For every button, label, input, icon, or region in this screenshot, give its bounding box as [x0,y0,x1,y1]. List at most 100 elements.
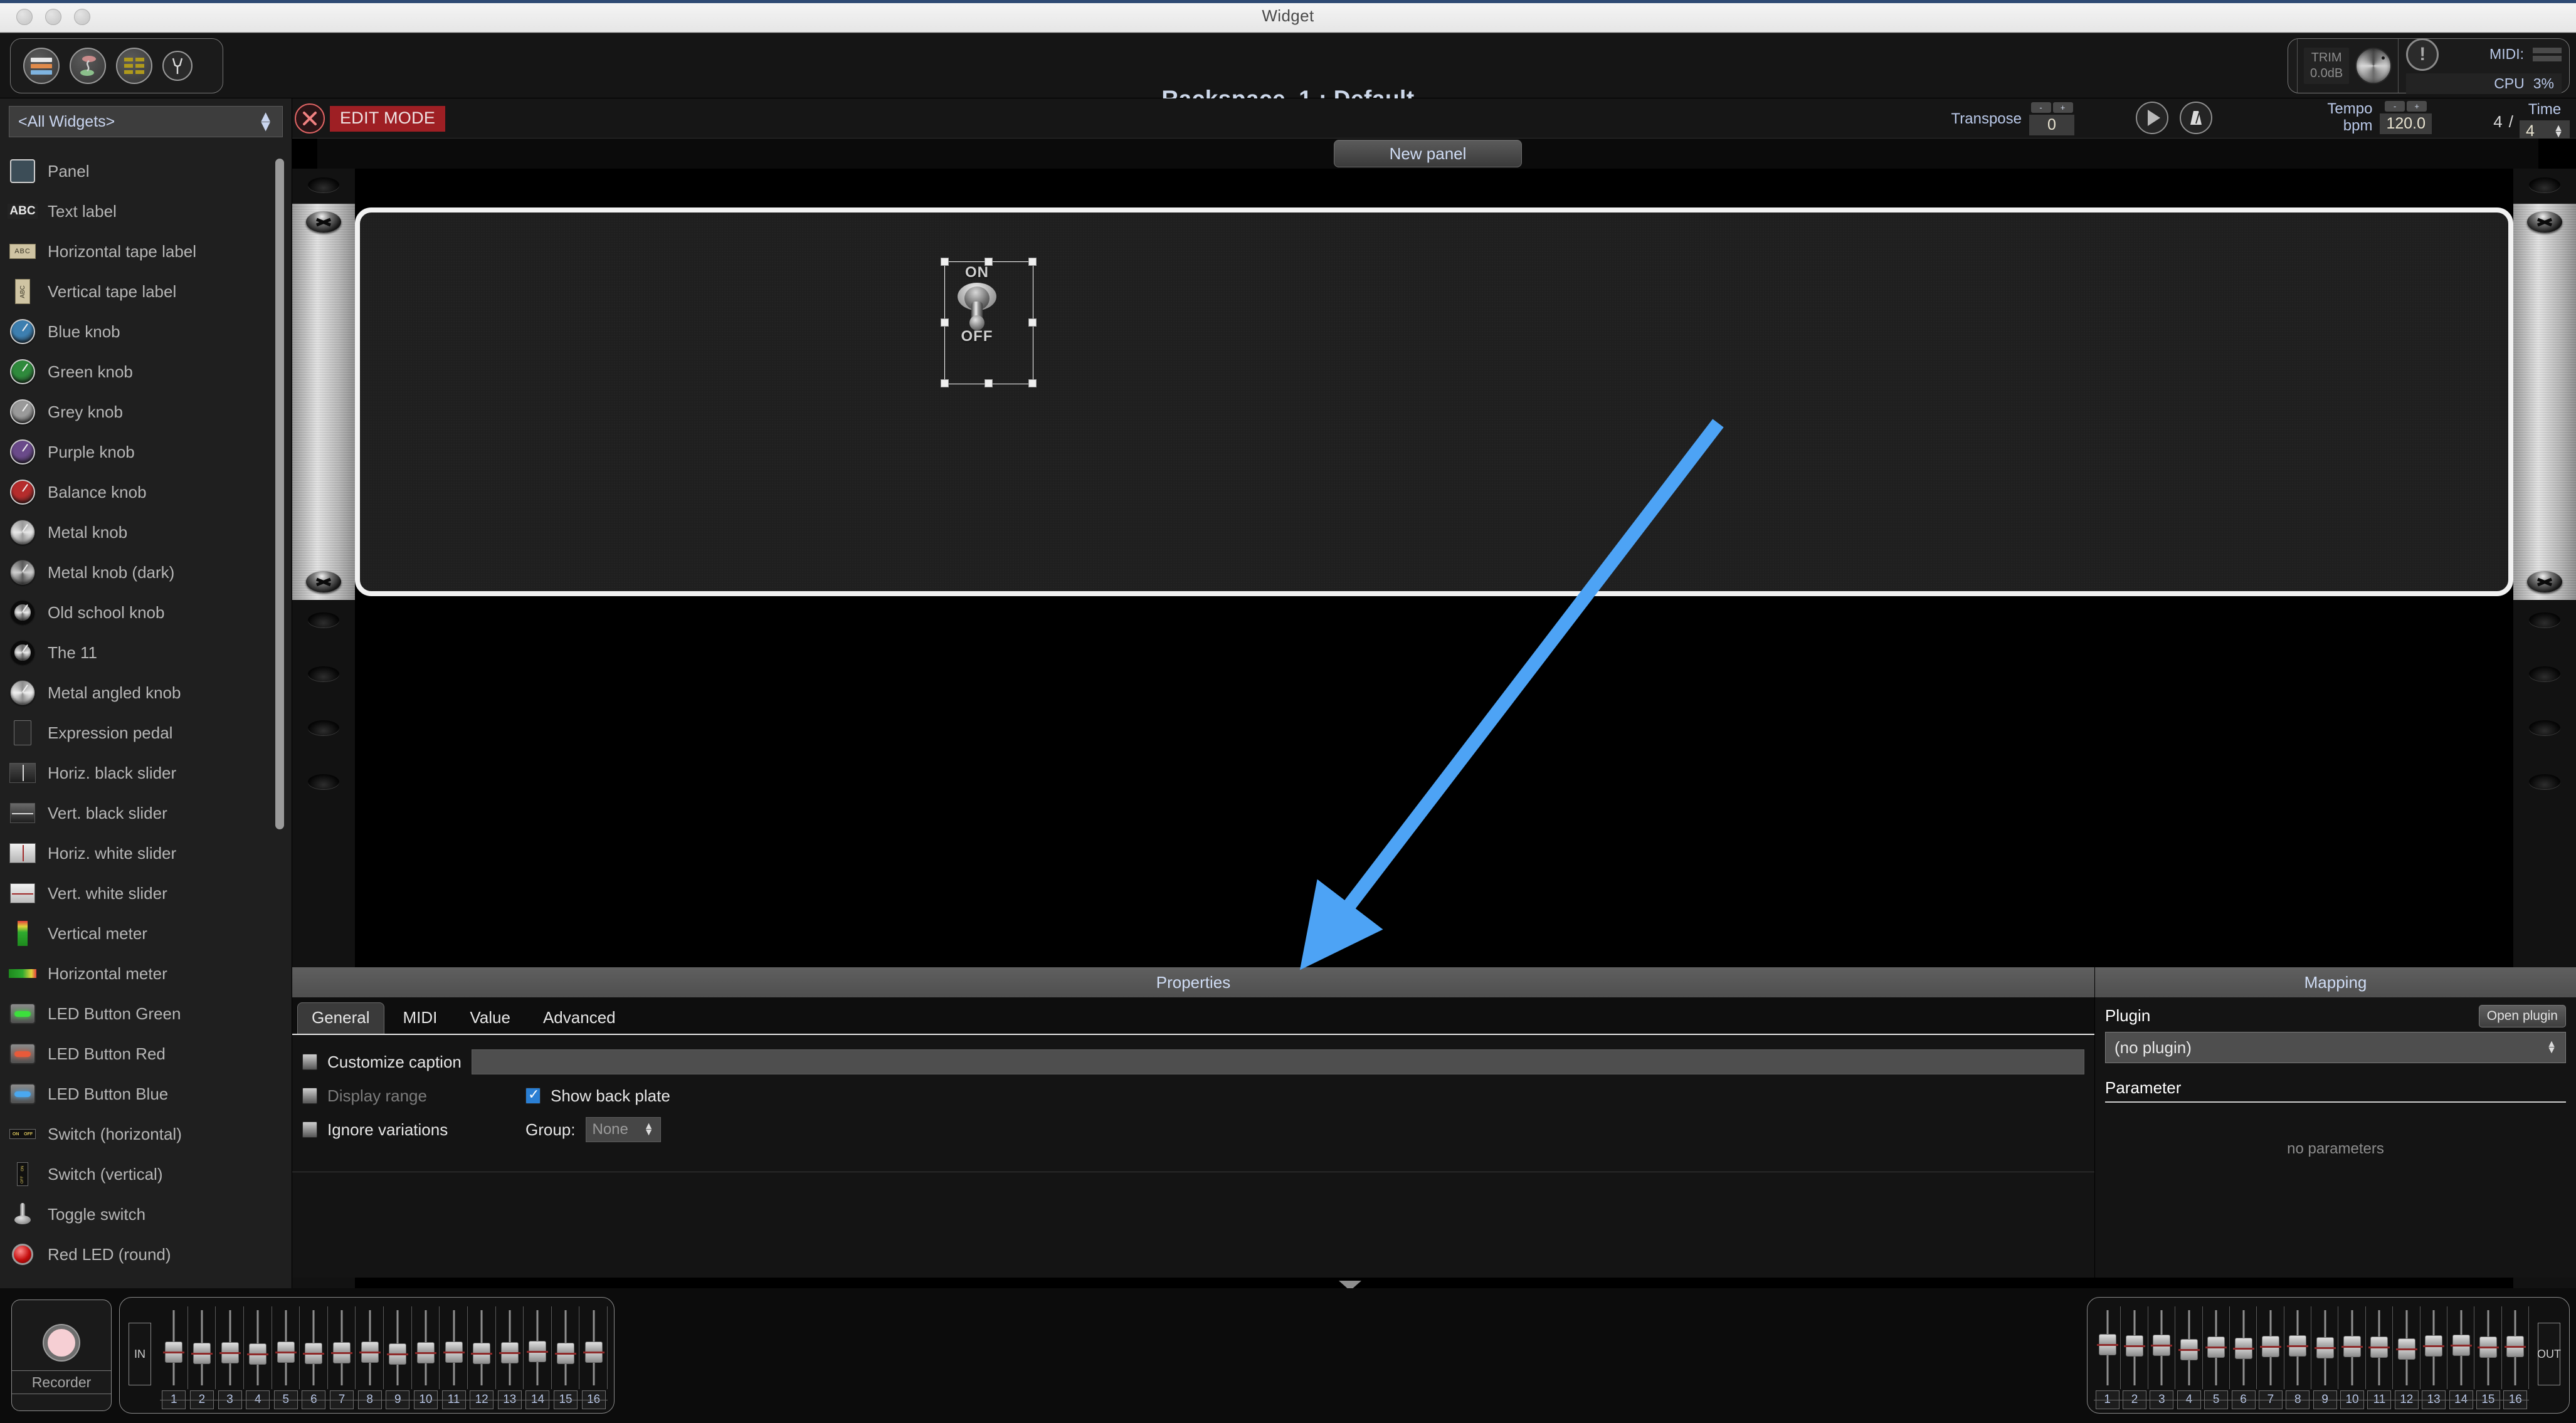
fader-handle[interactable] [527,1341,549,1362]
trim-control[interactable]: TRIM 0.0dB [2298,39,2398,93]
mixer-fader[interactable]: 7 [2257,1304,2284,1409]
widget-list-item[interactable]: ON OFF Switch (horizontal) [9,1114,292,1154]
widget-list-item[interactable]: Purple knob [9,432,292,472]
widget-list-item[interactable]: The 11 [9,633,292,673]
widget-list-item[interactable]: Horizontal meter [9,953,292,994]
tempo-control[interactable]: Tempo bpm - + 120.0 [2327,100,2432,134]
mixer-fader[interactable]: 4 [244,1304,272,1409]
open-plugin-button[interactable]: Open plugin [2478,1005,2566,1027]
close-window-button[interactable] [16,9,33,25]
selection-handle[interactable] [1028,379,1037,387]
properties-tabs[interactable]: General MIDI Value Advanced [292,997,2094,1035]
tuner-icon[interactable] [162,51,193,81]
fader-handle[interactable] [2505,1336,2526,1357]
mixer-fader[interactable]: 11 [2366,1304,2394,1409]
fader-handle[interactable] [414,1342,436,1363]
mixer-fader[interactable]: 11 [440,1304,468,1409]
transpose-value[interactable]: 0 [2029,115,2074,135]
rack-panel[interactable]: ON OFF [355,207,2513,596]
mixer-fader[interactable]: 13 [2420,1304,2447,1409]
widget-list-item[interactable]: LED Button Green [9,994,292,1034]
fader-handle[interactable] [275,1342,297,1363]
new-panel-button[interactable]: New panel [1334,140,1522,167]
fader-handle[interactable] [2477,1336,2499,1358]
widget-list-item[interactable]: Green knob [9,352,292,392]
mixer-fader[interactable]: 3 [2148,1304,2176,1409]
fader-handle[interactable] [2368,1336,2390,1358]
mixer-fader[interactable]: 1 [160,1304,188,1409]
fader-handle[interactable] [583,1342,604,1363]
sidebar-scrollbar-thumb[interactable] [275,159,284,829]
fader-handle[interactable] [2287,1335,2309,1357]
window-controls[interactable] [16,9,90,25]
rack-icon[interactable] [23,48,60,84]
mixer-fader[interactable]: 9 [2311,1304,2339,1409]
fader-handle[interactable] [2395,1338,2417,1360]
mixer-fader[interactable]: 16 [2502,1304,2529,1409]
mixer-fader[interactable]: 6 [2230,1304,2257,1409]
widget-list-item[interactable]: Balance knob [9,472,292,512]
show-back-plate-checkbox[interactable] [525,1086,541,1104]
rack-panel-slot[interactable]: ON OFF [355,204,2513,600]
mixer-fader[interactable]: 16 [579,1304,608,1409]
plugin-select[interactable]: (no plugin) ▲ ▼ [2105,1032,2566,1063]
widget-list-item[interactable]: ABC Horizontal tape label [9,231,292,271]
fader-handle[interactable] [219,1342,241,1363]
widget-list-item[interactable]: Vert. black slider [9,793,292,833]
edit-mode-icon[interactable] [295,103,325,134]
mixer-fader[interactable]: 8 [356,1304,384,1409]
tempo-value[interactable]: 120.0 [2380,113,2432,134]
toggle-switch-graphic[interactable] [951,281,1003,330]
warning-icon[interactable]: ! [2406,38,2439,71]
fader-handle[interactable] [247,1343,269,1365]
fader-handle[interactable] [2259,1336,2281,1357]
fader-handle[interactable] [499,1342,520,1363]
tempo-decrement-button[interactable]: - [2385,101,2405,112]
customize-caption-input[interactable] [471,1049,2084,1074]
widget-list-item[interactable]: Red LED (round) [9,1234,292,1274]
widget-list-item[interactable]: Old school knob [9,592,292,633]
mixer-fader[interactable]: 13 [496,1304,524,1409]
widget-list-item[interactable]: Blue knob [9,312,292,352]
fader-handle[interactable] [387,1343,409,1365]
transport-controls[interactable] [2136,102,2212,134]
mixer-fader[interactable]: 15 [552,1304,580,1409]
transpose-control[interactable]: Transpose - + 0 [1951,102,2074,135]
maximize-window-button[interactable] [74,9,90,25]
widget-list-item[interactable]: ABC Text label [8,191,292,231]
fader-handle[interactable] [443,1342,465,1363]
group-select[interactable]: None ▲ ▼ [585,1117,661,1142]
widget-list-item[interactable]: LED Button Blue [9,1074,292,1114]
time-signature-control[interactable]: 4 / Time 4 ▲ ▼ [2493,101,2570,142]
fader-handle[interactable] [2124,1335,2146,1357]
mixer-fader[interactable]: 9 [384,1304,412,1409]
customize-caption-checkbox[interactable] [302,1054,317,1070]
fader-handle[interactable] [2232,1338,2254,1359]
mixer-fader[interactable]: 12 [2393,1304,2420,1409]
fader-handle[interactable] [2423,1335,2445,1357]
widget-list-item[interactable]: Vertical meter [9,913,292,953]
mixer-fader[interactable]: 12 [468,1304,496,1409]
output-fader-strip[interactable]: 12345678910111213141516 [2094,1304,2529,1409]
minimize-window-button[interactable] [45,9,61,25]
fader-handle[interactable] [555,1343,577,1364]
fader-handle[interactable] [2178,1339,2200,1360]
mixer-fader[interactable]: 7 [328,1304,356,1409]
display-range-checkbox[interactable] [302,1088,317,1104]
properties-tab[interactable]: Advanced [529,1003,630,1034]
trim-knob[interactable] [2355,48,2392,84]
widget-list-item[interactable]: Metal angled knob [9,673,292,713]
mixer-fader[interactable]: 10 [2338,1304,2366,1409]
fader-handle[interactable] [2450,1335,2472,1356]
mixer-fader[interactable]: 4 [2175,1304,2203,1409]
mixer-fader[interactable]: 3 [216,1304,244,1409]
widget-list-item[interactable]: Grey knob [9,392,292,432]
fader-handle[interactable] [191,1343,213,1364]
recorder-button[interactable]: Recorder [11,1300,112,1411]
mixer-fader[interactable]: 14 [2447,1304,2475,1409]
mixer-fader[interactable]: 1 [2094,1304,2121,1409]
metronome-button[interactable] [2180,102,2212,134]
properties-tab[interactable]: General [297,1002,384,1034]
input-fader-strip[interactable]: 12345678910111213141516 [160,1304,608,1409]
fader-handle[interactable] [2341,1336,2363,1357]
